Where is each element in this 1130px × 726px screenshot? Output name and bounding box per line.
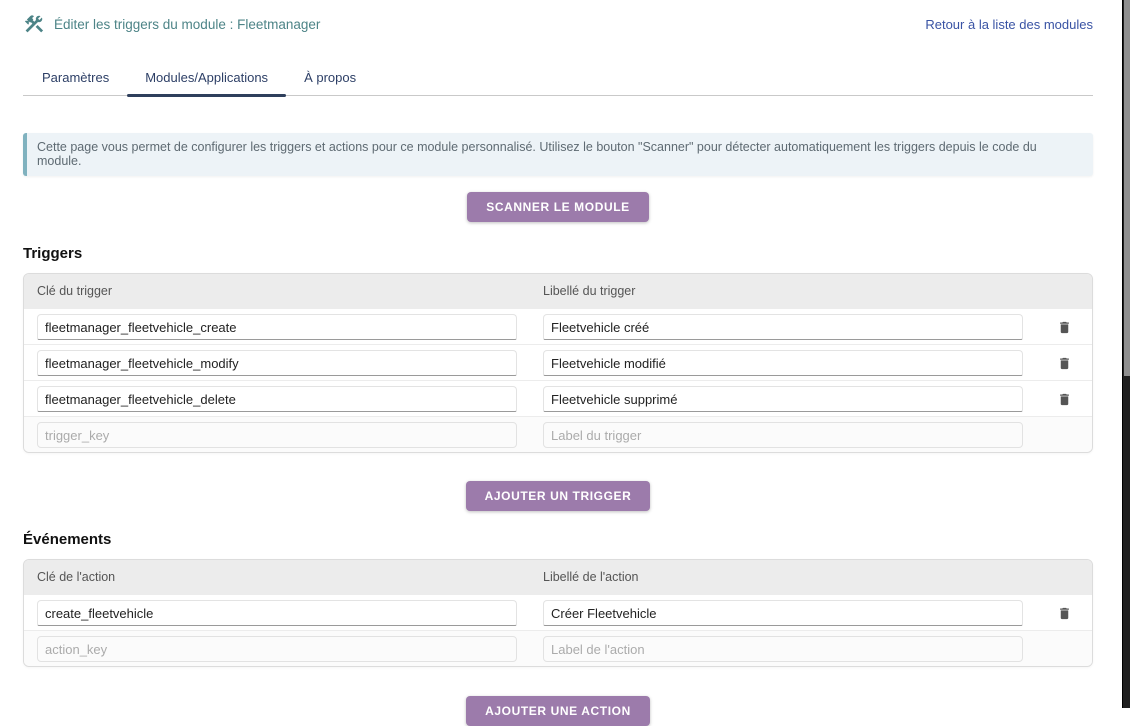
tab-bar: Paramètres Modules/Applications À propos [23, 61, 1093, 97]
scrollbar-thumb[interactable] [1124, 0, 1130, 376]
trigger-label-input[interactable] [543, 386, 1023, 412]
action-row [24, 594, 1092, 630]
events-heading: Événements [23, 531, 112, 548]
tab-modules-applications[interactable]: Modules/Applications [127, 61, 286, 97]
column-header-action-key: Clé de l'action [37, 570, 116, 584]
triggers-table: Clé du trigger Libellé du trigger [23, 273, 1093, 453]
trash-icon [1057, 393, 1072, 410]
tab-a-propos[interactable]: À propos [286, 61, 374, 95]
scan-module-button[interactable]: SCANNER LE MODULE [467, 192, 649, 222]
info-message: Cette page vous permet de configurer les… [23, 133, 1093, 176]
column-header-action-label: Libellé de l'action [543, 570, 639, 584]
trash-icon [1057, 607, 1072, 624]
tab-parametres[interactable]: Paramètres [24, 61, 127, 95]
delete-trigger-button[interactable] [1055, 354, 1074, 373]
trigger-row [24, 380, 1092, 416]
new-trigger-label-input[interactable] [543, 422, 1023, 448]
new-trigger-key-input[interactable] [37, 422, 517, 448]
events-table-header: Clé de l'action Libellé de l'action [24, 560, 1092, 594]
add-action-button[interactable]: AJOUTER UNE ACTION [466, 696, 650, 726]
trash-icon [1057, 321, 1072, 338]
triggers-table-header: Clé du trigger Libellé du trigger [24, 274, 1092, 308]
new-action-key-input[interactable] [37, 636, 517, 662]
column-header-trigger-label: Libellé du trigger [543, 284, 636, 298]
back-to-modules-link[interactable]: Retour à la liste des modules [925, 17, 1093, 32]
trigger-label-input[interactable] [543, 314, 1023, 340]
triggers-heading: Triggers [23, 245, 83, 262]
trigger-label-input[interactable] [543, 350, 1023, 376]
trigger-key-input[interactable] [37, 386, 517, 412]
events-table: Clé de l'action Libellé de l'action [23, 559, 1093, 667]
add-trigger-button[interactable]: AJOUTER UN TRIGGER [465, 481, 651, 511]
trash-icon [1057, 357, 1072, 374]
trigger-key-input[interactable] [37, 350, 517, 376]
trigger-row [24, 344, 1092, 380]
scrollbar[interactable] [1122, 0, 1130, 708]
column-header-trigger-key: Clé du trigger [37, 284, 113, 298]
delete-action-button[interactable] [1055, 604, 1074, 623]
page-title: Éditer les triggers du module : Fleetman… [54, 16, 321, 32]
trigger-key-input[interactable] [37, 314, 517, 340]
action-key-input[interactable] [37, 600, 517, 626]
new-action-label-input[interactable] [543, 636, 1023, 662]
page-header: Éditer les triggers du module : Fleetman… [23, 0, 1093, 35]
trigger-row [24, 308, 1092, 344]
action-label-input[interactable] [543, 600, 1023, 626]
page: Éditer les triggers du module : Fleetman… [0, 0, 1130, 726]
new-trigger-row [24, 416, 1092, 452]
delete-trigger-button[interactable] [1055, 318, 1074, 337]
delete-trigger-button[interactable] [1055, 390, 1074, 409]
tools-icon [23, 13, 45, 35]
new-action-row [24, 630, 1092, 666]
